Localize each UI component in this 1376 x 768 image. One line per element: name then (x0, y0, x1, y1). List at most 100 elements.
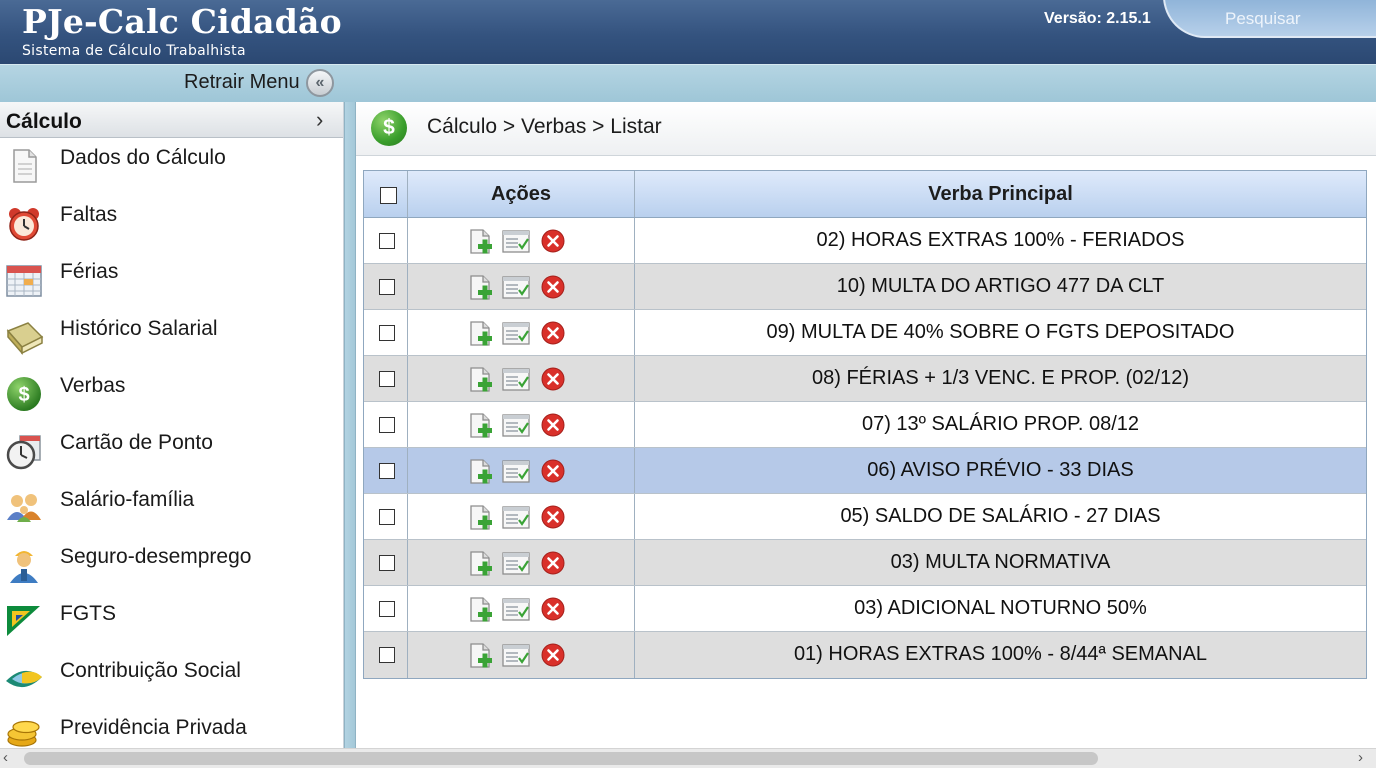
table-row[interactable]: 10) MULTA DO ARTIGO 477 DA CLT (364, 264, 1366, 310)
add-reflex-icon[interactable] (468, 274, 494, 302)
delete-icon[interactable] (541, 505, 565, 529)
edit-parameters-icon[interactable] (502, 551, 530, 576)
row-verba-cell: 09) MULTA DE 40% SOBRE O FGTS DEPOSITADO (635, 310, 1366, 355)
scroll-left-icon[interactable]: ‹ (3, 749, 8, 766)
sidebar-item-ferias[interactable]: Férias (0, 260, 340, 310)
row-checkbox[interactable] (379, 325, 395, 341)
delete-icon[interactable] (541, 459, 565, 483)
row-checkbox[interactable] (379, 233, 395, 249)
double-chevron-left-icon[interactable]: « (306, 69, 334, 97)
add-reflex-icon[interactable] (468, 458, 494, 486)
delete-icon[interactable] (541, 597, 565, 621)
table-row[interactable]: 02) HORAS EXTRAS 100% - FERIADOS (364, 218, 1366, 264)
row-checkbox[interactable] (379, 509, 395, 525)
sidebar-item-faltas[interactable]: Faltas (0, 203, 340, 253)
column-header-verba-principal[interactable]: Verba Principal (635, 183, 1366, 206)
edit-parameters-icon[interactable] (502, 413, 530, 438)
scrollbar-thumb[interactable] (24, 752, 1098, 765)
verba-principal-link[interactable]: 06) AVISO PRÉVIO - 33 DIAS (635, 459, 1366, 482)
table-row[interactable]: 03) ADICIONAL NOTURNO 50% (364, 586, 1366, 632)
version-label: Versão: 2.15.1 (1044, 10, 1151, 27)
row-checkbox[interactable] (379, 279, 395, 295)
sidebar-item-label: Férias (60, 260, 119, 283)
edit-parameters-icon[interactable] (502, 597, 530, 622)
table-row[interactable]: 01) HORAS EXTRAS 100% - 8/44ª SEMANAL (364, 632, 1366, 678)
sidebar-item-label: Salário-família (60, 488, 195, 511)
row-check-cell (364, 218, 408, 263)
sidebar-splitter[interactable] (344, 102, 356, 748)
edit-parameters-icon[interactable] (502, 275, 530, 300)
verba-principal-link[interactable]: 03) MULTA NORMATIVA (635, 551, 1366, 574)
table-row[interactable]: 07) 13º SALÁRIO PROP. 08/12 (364, 402, 1366, 448)
row-checkbox[interactable] (379, 647, 395, 663)
table-header: Ações Verba Principal (364, 171, 1366, 218)
add-reflex-icon[interactable] (468, 412, 494, 440)
row-check-cell (364, 494, 408, 539)
sidebar-item-historico-salarial[interactable]: Histórico Salarial (0, 317, 340, 367)
verba-principal-link[interactable]: 03) ADICIONAL NOTURNO 50% (635, 597, 1366, 620)
table-row[interactable]: 03) MULTA NORMATIVA (364, 540, 1366, 586)
search-link[interactable]: Pesquisar (1225, 9, 1301, 29)
sidebar-item-seguro-desemprego[interactable]: Seguro-desemprego (0, 545, 340, 595)
scroll-right-icon[interactable]: › (1358, 749, 1363, 766)
app-header: PJe-Calc Cidadão Sistema de Cálculo Trab… (0, 0, 1376, 64)
delete-icon[interactable] (541, 643, 565, 667)
chevron-right-icon[interactable]: › (316, 107, 323, 133)
add-reflex-icon[interactable] (468, 642, 494, 670)
delete-icon[interactable] (541, 321, 565, 345)
row-checkbox[interactable] (379, 463, 395, 479)
horizontal-scrollbar[interactable]: ‹ › (0, 748, 1376, 768)
header-check-cell (364, 171, 408, 217)
edit-parameters-icon[interactable] (502, 643, 530, 668)
verba-principal-link[interactable]: 02) HORAS EXTRAS 100% - FERIADOS (635, 229, 1366, 252)
verba-principal-link[interactable]: 10) MULTA DO ARTIGO 477 DA CLT (635, 275, 1366, 298)
sidebar-item-label: Dados do Cálculo (60, 146, 226, 169)
verba-principal-link[interactable]: 08) FÉRIAS + 1/3 VENC. E PROP. (02/12) (635, 367, 1366, 390)
add-reflex-icon[interactable] (468, 228, 494, 256)
sidebar-section-header[interactable]: Cálculo › (0, 102, 343, 138)
add-reflex-icon[interactable] (468, 596, 494, 624)
row-actions-cell (408, 448, 635, 493)
sidebar-item-fgts[interactable]: FGTS (0, 602, 340, 652)
edit-parameters-icon[interactable] (502, 505, 530, 530)
verba-principal-link[interactable]: 09) MULTA DE 40% SOBRE O FGTS DEPOSITADO (635, 321, 1366, 344)
table-row[interactable]: 08) FÉRIAS + 1/3 VENC. E PROP. (02/12) (364, 356, 1366, 402)
row-verba-cell: 07) 13º SALÁRIO PROP. 08/12 (635, 402, 1366, 447)
sidebar-item-salario-familia[interactable]: Salário-família (0, 488, 340, 538)
add-reflex-icon[interactable] (468, 550, 494, 578)
sidebar-item-cartao-de-ponto[interactable]: Cartão de Ponto (0, 431, 340, 481)
row-checkbox[interactable] (379, 417, 395, 433)
row-checkbox[interactable] (379, 371, 395, 387)
table-row[interactable]: 06) AVISO PRÉVIO - 33 DIAS (364, 448, 1366, 494)
verba-principal-link[interactable]: 01) HORAS EXTRAS 100% - 8/44ª SEMANAL (635, 643, 1366, 666)
sidebar-item-previdencia-privada[interactable]: Previdência Privada (0, 716, 340, 748)
edit-parameters-icon[interactable] (502, 229, 530, 254)
sidebar-item-contribuicao-social[interactable]: Contribuição Social (0, 659, 340, 709)
edit-parameters-icon[interactable] (502, 367, 530, 392)
delete-icon[interactable] (541, 367, 565, 391)
delete-icon[interactable] (541, 275, 565, 299)
add-reflex-icon[interactable] (468, 320, 494, 348)
delete-icon[interactable] (541, 413, 565, 437)
delete-icon[interactable] (541, 229, 565, 253)
edit-parameters-icon[interactable] (502, 321, 530, 346)
retract-menu-label[interactable]: Retrair Menu (184, 71, 300, 94)
sidebar-item-verbas[interactable]: $ Verbas (0, 374, 340, 424)
row-checkbox[interactable] (379, 601, 395, 617)
table-row[interactable]: 09) MULTA DE 40% SOBRE O FGTS DEPOSITADO (364, 310, 1366, 356)
verba-principal-link[interactable]: 07) 13º SALÁRIO PROP. 08/12 (635, 413, 1366, 436)
delete-icon[interactable] (541, 551, 565, 575)
table-row[interactable]: 05) SALDO DE SALÁRIO - 27 DIAS (364, 494, 1366, 540)
row-verba-cell: 10) MULTA DO ARTIGO 477 DA CLT (635, 264, 1366, 309)
add-reflex-icon[interactable] (468, 366, 494, 394)
verba-principal-link[interactable]: 05) SALDO DE SALÁRIO - 27 DIAS (635, 505, 1366, 528)
row-actions-cell (408, 494, 635, 539)
edit-parameters-icon[interactable] (502, 459, 530, 484)
sidebar-item-dados-do-calculo[interactable]: Dados do Cálculo (0, 146, 340, 196)
add-reflex-icon[interactable] (468, 504, 494, 532)
row-checkbox[interactable] (379, 555, 395, 571)
select-all-checkbox[interactable] (380, 187, 397, 204)
sidebar-item-label: Verbas (60, 374, 126, 397)
brand-subtitle: Sistema de Cálculo Trabalhista (22, 43, 246, 59)
row-check-cell (364, 402, 408, 447)
